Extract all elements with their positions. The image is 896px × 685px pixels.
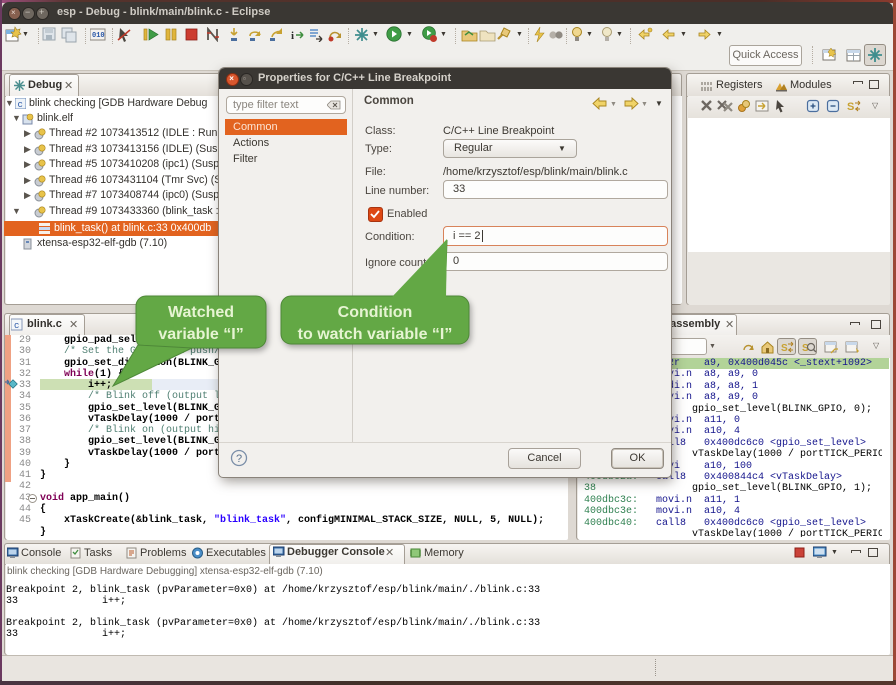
svg-text:c: c	[18, 100, 23, 109]
svg-text:i: i	[291, 30, 294, 42]
svg-text:c: c	[14, 321, 19, 331]
svg-text:?: ?	[236, 453, 242, 465]
svg-text:S: S	[781, 343, 788, 354]
svg-text:variable “I”: variable “I”	[158, 326, 243, 343]
svg-text:010: 010	[92, 32, 105, 40]
svg-text:Watched: Watched	[168, 304, 234, 321]
svg-text:to watch variable “I”: to watch variable “I”	[298, 326, 453, 343]
svg-text:Condition: Condition	[338, 304, 413, 321]
svg-text:S: S	[847, 101, 854, 113]
